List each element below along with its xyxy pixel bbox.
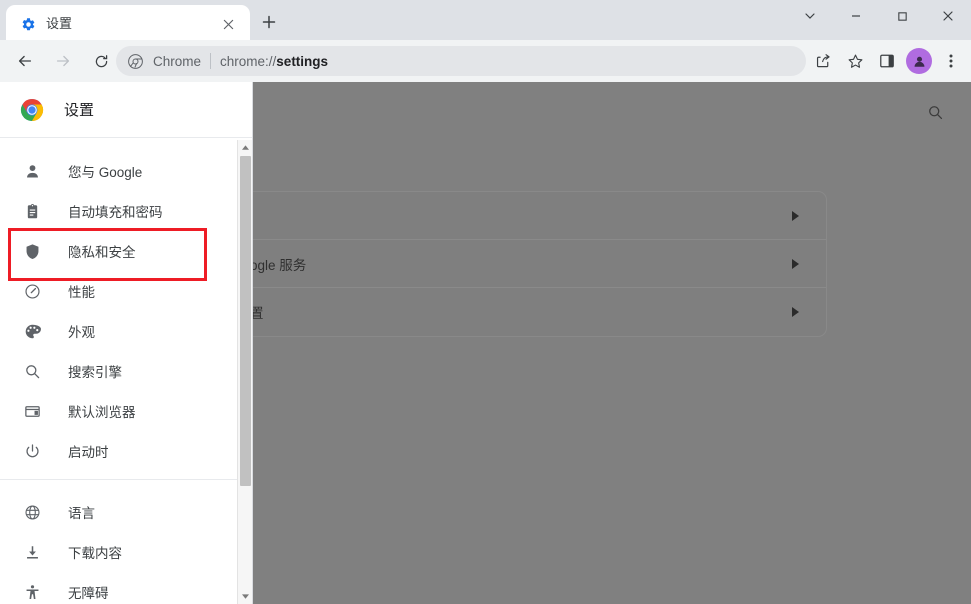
maximize-icon[interactable] xyxy=(879,0,925,32)
settings-sidebar: 设置 您与 Google 自动填充和密码 隐私和安全 性能 外观 搜索引擎 默认… xyxy=(0,82,253,604)
sidebar-item-privacy-security[interactable]: 隐私和安全 xyxy=(0,231,252,271)
reload-button[interactable] xyxy=(85,45,117,77)
sidebar-item-label: 默认浏览器 xyxy=(68,405,136,420)
sidebar-item-accessibility[interactable]: 无障碍 xyxy=(0,572,252,604)
nav-group-primary: 您与 Google 自动填充和密码 隐私和安全 性能 外观 搜索引擎 默认浏览器… xyxy=(0,139,252,471)
toolbar-actions xyxy=(807,45,967,77)
sidebar-item-label: 下载内容 xyxy=(68,546,122,561)
forward-button[interactable] xyxy=(47,45,79,77)
browser-toolbar: Chrome chrome://settings xyxy=(0,40,971,82)
new-tab-button[interactable] xyxy=(255,8,283,36)
gear-icon xyxy=(20,16,36,32)
sidebar-item-you-and-google[interactable]: 您与 Google xyxy=(0,151,252,191)
sidebar-item-label: 隐私和安全 xyxy=(68,245,136,260)
card-row-label: ogle 服务 xyxy=(250,257,307,273)
side-panel-icon[interactable] xyxy=(871,45,903,77)
sidebar-item-label: 无障碍 xyxy=(68,586,109,601)
shield-icon xyxy=(22,241,42,261)
globe-icon xyxy=(22,502,42,522)
chevron-right-icon xyxy=(790,306,800,318)
person-icon xyxy=(22,161,42,181)
power-icon xyxy=(22,441,42,461)
sidebar-item-default-browser[interactable]: 默认浏览器 xyxy=(0,391,252,431)
sidebar-item-search-engine[interactable]: 搜索引擎 xyxy=(0,351,252,391)
omnibox-url: chrome://settings xyxy=(220,54,328,69)
chevron-down-icon[interactable] xyxy=(787,0,833,32)
close-icon[interactable] xyxy=(925,0,971,32)
window-controls xyxy=(787,0,971,40)
omnibox-chrome-label: Chrome xyxy=(153,53,202,69)
back-button[interactable] xyxy=(9,45,41,77)
scroll-up-icon[interactable] xyxy=(238,140,253,155)
chevron-right-icon xyxy=(790,258,800,270)
sidebar-item-label: 性能 xyxy=(68,285,95,300)
sidebar-item-appearance[interactable]: 外观 xyxy=(0,311,252,351)
chevron-right-icon xyxy=(790,210,800,222)
browser-tab-settings[interactable]: 设置 xyxy=(6,5,250,40)
browser-window: 设置 Chrome chrome://settings ogle 服务 置 设置… xyxy=(0,0,971,604)
tab-strip: 设置 xyxy=(0,0,971,40)
search-icon xyxy=(22,361,42,381)
sidebar-item-on-startup[interactable]: 启动时 xyxy=(0,431,252,471)
accessibility-icon xyxy=(22,582,42,602)
sidebar-item-label: 启动时 xyxy=(68,445,109,460)
nav-group-secondary: 语言 下载内容 无障碍 xyxy=(0,480,252,604)
share-icon[interactable] xyxy=(807,45,839,77)
sidebar-item-autofill-passwords[interactable]: 自动填充和密码 xyxy=(0,191,252,231)
bookmark-star-icon[interactable] xyxy=(839,45,871,77)
sidebar-item-label: 自动填充和密码 xyxy=(68,205,163,220)
sidebar-scrollbar[interactable] xyxy=(237,140,252,604)
palette-icon xyxy=(22,321,42,341)
page-title: 设置 xyxy=(64,102,95,119)
more-menu-icon[interactable] xyxy=(935,45,967,77)
sidebar-item-label: 搜索引擎 xyxy=(68,365,122,380)
omnibox-url-prefix: chrome:// xyxy=(220,53,277,69)
chrome-icon xyxy=(127,53,143,69)
sidebar-item-label: 您与 Google xyxy=(68,165,143,180)
scrollbar-thumb[interactable] xyxy=(240,156,251,486)
profile-avatar[interactable] xyxy=(906,48,932,74)
clipboard-icon xyxy=(22,201,42,221)
settings-nav: 您与 Google 自动填充和密码 隐私和安全 性能 外观 搜索引擎 默认浏览器… xyxy=(0,139,252,604)
browser-window-icon xyxy=(22,401,42,421)
sidebar-item-label: 外观 xyxy=(68,325,95,340)
gauge-icon xyxy=(22,281,42,301)
scroll-down-icon[interactable] xyxy=(238,589,253,604)
download-icon xyxy=(22,542,42,562)
settings-header: 设置 xyxy=(0,82,252,138)
address-bar[interactable]: Chrome chrome://settings xyxy=(116,46,806,76)
sidebar-item-label: 语言 xyxy=(68,506,95,521)
chrome-logo-icon xyxy=(20,98,44,122)
search-icon[interactable] xyxy=(923,100,947,124)
omnibox-url-emphasis: settings xyxy=(276,53,329,69)
tab-title: 设置 xyxy=(46,16,73,31)
sidebar-item-performance[interactable]: 性能 xyxy=(0,271,252,311)
omnibox-separator xyxy=(210,53,212,69)
sidebar-item-downloads[interactable]: 下载内容 xyxy=(0,532,252,572)
sidebar-item-languages[interactable]: 语言 xyxy=(0,492,252,532)
close-icon[interactable] xyxy=(218,14,238,34)
minimize-icon[interactable] xyxy=(833,0,879,32)
